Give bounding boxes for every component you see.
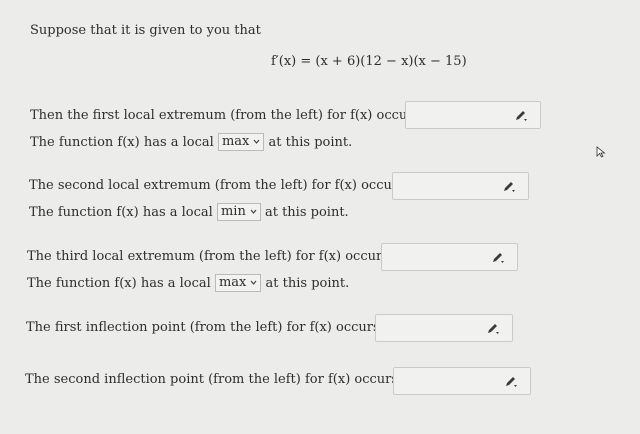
pencil-icon[interactable]: [514, 110, 528, 122]
q2-prompt: The second local extremum (from the left…: [29, 178, 449, 193]
pencil-icon[interactable]: [491, 252, 505, 264]
q1-select-value: max: [221, 134, 250, 149]
q1-type-row: The function f(x) has a local max at thi…: [30, 133, 352, 151]
q3-answer-input[interactable]: [381, 243, 518, 271]
q3-type-post: at this point.: [265, 276, 350, 291]
chevron-down-icon: [253, 139, 260, 144]
q4-prompt: The first inflection point (from the lef…: [26, 320, 424, 335]
q5-answer-input[interactable]: [393, 367, 531, 395]
q3-select-value: max: [218, 275, 247, 290]
pencil-icon[interactable]: [504, 376, 518, 388]
chevron-down-icon: [250, 209, 257, 214]
q1-type-post: at this point.: [268, 135, 353, 150]
q3-type-pre: The function f(x) has a local: [27, 276, 211, 291]
q3-prompt: The third local extremum (from the left)…: [27, 249, 433, 264]
q1-answer-input[interactable]: [405, 101, 541, 129]
mouse-cursor-icon: [596, 146, 606, 158]
q2-select-value: min: [220, 204, 246, 219]
derivative-equation: f′(x) = (x + 6)(12 − x)(x − 15): [271, 54, 467, 69]
intro-text: Suppose that it is given to you that: [30, 23, 261, 38]
pencil-icon[interactable]: [502, 181, 516, 193]
q2-extremum-select[interactable]: min: [216, 203, 261, 221]
q3-type-row: The function f(x) has a local max at thi…: [27, 274, 349, 292]
q1-type-pre: The function f(x) has a local: [30, 135, 214, 150]
q4-answer-input[interactable]: [375, 314, 513, 342]
q1-extremum-select[interactable]: max: [217, 133, 265, 151]
q2-type-pre: The function f(x) has a local: [29, 205, 213, 220]
q1-prompt: Then the first local extremum (from the …: [30, 108, 464, 123]
q2-answer-input[interactable]: [392, 172, 529, 200]
q5-prompt: The second inflection point (from the le…: [25, 372, 442, 387]
q2-type-post: at this point.: [264, 205, 349, 220]
chevron-down-icon: [250, 280, 257, 285]
pencil-icon[interactable]: [486, 323, 500, 335]
q3-extremum-select[interactable]: max: [214, 274, 262, 292]
q2-type-row: The function f(x) has a local min at thi…: [29, 203, 349, 221]
